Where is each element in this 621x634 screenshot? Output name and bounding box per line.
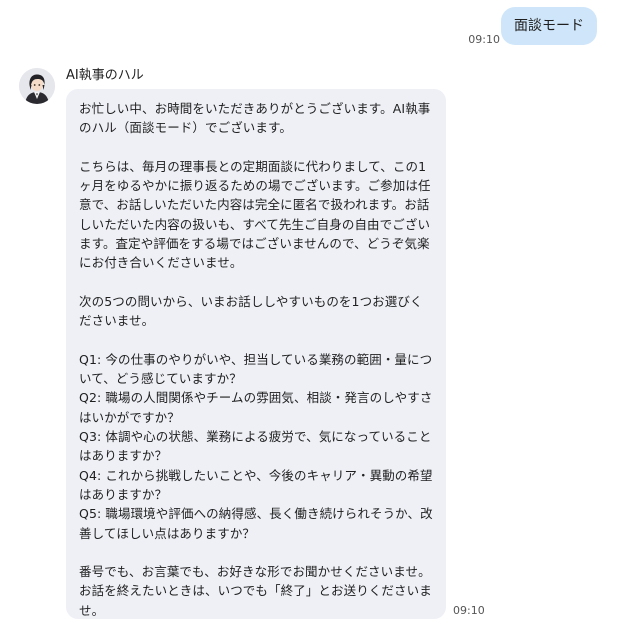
incoming-message-time: 09:10 bbox=[453, 604, 485, 617]
sender-name: AI執事のハル bbox=[66, 68, 144, 83]
incoming-message-bubble[interactable]: お忙しい中、お時間をいただきありがとうございます。AI執事のハル（面談モード）で… bbox=[66, 89, 446, 619]
chat-view: 面談モード 09:10 AI執事のハル お忙しい中、お時間をいただきありがとうご… bbox=[0, 0, 621, 634]
outgoing-message-time: 09:10 bbox=[468, 33, 500, 46]
outgoing-message-bubble[interactable]: 面談モード bbox=[501, 7, 597, 45]
outgoing-message-text: 面談モード bbox=[514, 18, 584, 34]
butler-avatar-icon[interactable] bbox=[19, 68, 55, 104]
